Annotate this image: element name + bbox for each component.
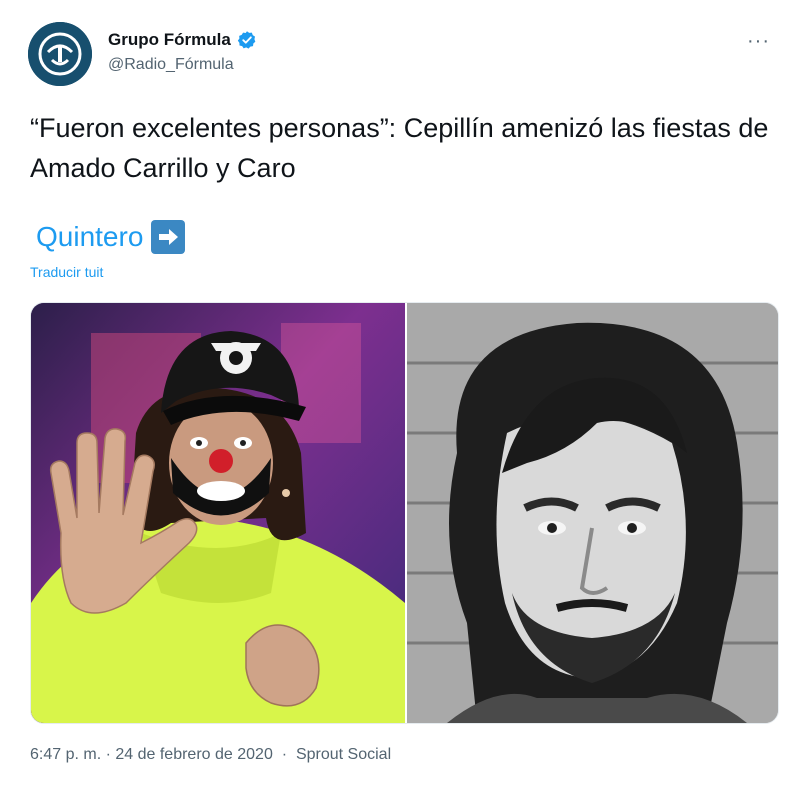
author-name[interactable]: Grupo Fórmula xyxy=(108,30,231,50)
tweet-date[interactable]: 24 de febrero de 2020 xyxy=(115,746,272,763)
verified-badge-icon xyxy=(237,31,256,49)
more-options-button[interactable]: ··· xyxy=(747,30,770,53)
clown-with-raised-hand-image xyxy=(31,303,405,723)
quintero-link[interactable]: Quintero xyxy=(36,221,143,253)
tweet-text: “Fueron excelentes personas”: Cepillín a… xyxy=(30,113,769,183)
tweet-meta: 6:47 p. m. · 24 de febrero de 2020 · Spr… xyxy=(30,746,391,764)
meta-separator: · xyxy=(101,746,116,763)
clown-photo[interactable] xyxy=(31,303,405,723)
black-and-white-mugshot-image xyxy=(406,303,778,723)
grupo-formula-logo-icon xyxy=(28,22,92,86)
author-handle[interactable]: @Radio_Fórmula xyxy=(108,56,257,74)
tweet-source[interactable]: Sprout Social xyxy=(296,746,391,763)
author-block: Grupo Fórmula @Radio_Fórmula xyxy=(108,30,257,74)
translate-tweet-link[interactable]: Traducir tuit xyxy=(30,264,103,280)
hashtag-link-row: Quintero xyxy=(36,220,186,254)
meta-separator-2: · xyxy=(272,746,296,763)
tweet-media[interactable] xyxy=(30,302,779,724)
tweet-time[interactable]: 6:47 p. m. xyxy=(30,746,101,763)
arrow-right-emoji-icon xyxy=(151,220,186,254)
mugshot-photo[interactable] xyxy=(406,303,778,723)
author-avatar[interactable] xyxy=(28,22,92,86)
